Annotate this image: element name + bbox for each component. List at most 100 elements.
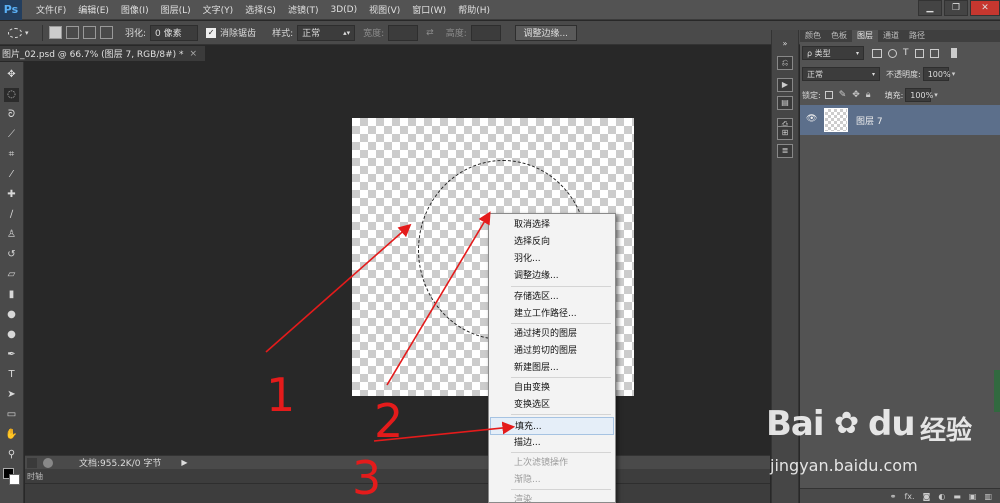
healing-brush-tool-icon[interactable]: ✚ [4,188,19,202]
crop-tool-icon[interactable]: ⌗ [4,148,19,162]
lasso-tool-icon[interactable]: ᘐ [4,108,19,122]
fill-input[interactable]: 100% [905,88,933,102]
type-tool-icon[interactable]: T [4,368,19,382]
new-layer-icon[interactable]: ▣ [969,492,977,501]
filter-adjustment-icon[interactable] [888,48,897,58]
antialias-checkbox[interactable]: ✓ [206,27,217,38]
ctx-item-free-transform[interactable]: 自由变换 [490,379,614,397]
lock-all-icon[interactable]: 🔒︎ [866,90,871,100]
mask-icon[interactable]: ◙ [923,492,931,501]
tab-channels[interactable]: 通道 [878,30,904,42]
intersect-selection-icon[interactable] [100,26,113,39]
layer-name[interactable]: 图层 7 [856,114,883,127]
eye-icon[interactable]: 👁︎ [806,114,818,124]
ctx-item-refine-edge[interactable]: 调整边缘... [490,267,614,285]
document-tab[interactable]: 图片_02.psd @ 66.7% (图层 7, RGB/8#) * × [0,46,205,61]
filter-pixel-icon[interactable] [872,48,882,58]
clone-stamp-tool-icon[interactable]: ♙ [4,228,19,242]
blur-tool-icon[interactable]: ● [4,308,19,322]
restore-button[interactable]: ❐ [944,0,968,16]
menu-image[interactable]: 图像(I) [115,3,155,16]
ctx-item-fill[interactable]: 填充... [490,417,614,435]
ctx-item-make-work-path[interactable]: 建立工作路径... [490,305,614,323]
swap-icon[interactable]: ⇄ [426,28,434,38]
minimize-button[interactable]: ▁ [918,0,942,16]
gradient-tool-icon[interactable]: ▮ [4,288,19,302]
width-input[interactable] [388,24,419,41]
menu-type[interactable]: 文字(Y) [197,3,240,16]
close-document-icon[interactable]: × [190,49,198,59]
ctx-item-save-selection[interactable]: 存储选区... [490,288,614,306]
dodge-tool-icon[interactable]: ● [4,328,19,342]
ctx-item-fade[interactable]: 渐隐... [490,471,614,489]
quick-select-tool-icon[interactable]: ⟋ [4,128,19,142]
move-tool-icon[interactable]: ✥ [4,68,19,82]
height-input[interactable] [470,24,501,41]
brush-tool-icon[interactable]: ∕ [4,208,19,222]
tab-swatches[interactable]: 色板 [826,30,852,42]
menu-help[interactable]: 帮助(H) [452,3,496,16]
new-selection-icon[interactable] [49,26,62,39]
ctx-item-render[interactable]: 渲染 [490,491,614,502]
ctx-item-layer-via-cut[interactable]: 通过剪切的图层 [490,342,614,360]
layer-filter-select[interactable]: ρ 类型 ▾ [802,46,864,60]
history-brush-tool-icon[interactable]: ↺ [4,248,19,262]
tab-color[interactable]: 颜色 [800,30,826,42]
trash-icon[interactable]: ▥ [984,492,992,501]
ctx-item-feather[interactable]: 羽化... [490,250,614,268]
rectangle-tool-icon[interactable]: ▭ [4,408,19,422]
folder-icon[interactable]: ▬ [953,492,961,501]
pen-tool-icon[interactable]: ✒ [4,348,19,362]
menu-3d[interactable]: 3D(D) [324,5,363,15]
collapse-panels-icon[interactable]: » [777,38,793,52]
ctx-item-new-layer[interactable]: 新建图层... [490,359,614,377]
refine-edge-button[interactable]: 调整边缘... [514,24,577,41]
ctx-item-last-filter[interactable]: 上次滤镜操作 [490,454,614,472]
ctx-item-deselect[interactable]: 取消选择 [490,216,614,234]
timeline-tab[interactable]: 时轴 [27,471,43,482]
layer-row[interactable]: 👁︎ 图层 7 [800,105,1000,135]
history-panel-icon[interactable]: ⎌ [777,56,793,70]
status-menu-arrow-icon[interactable]: ▶ [181,458,187,467]
ctx-item-layer-via-copy[interactable]: 通过拷贝的图层 [490,325,614,343]
menu-view[interactable]: 视图(V) [363,3,406,16]
blend-mode-select[interactable]: 正常 ▾ [802,67,880,81]
zoom-field[interactable] [27,457,37,468]
style-select[interactable]: 正常 ▴▾ [297,24,356,41]
menu-layer[interactable]: 图层(L) [155,3,197,16]
play-actions-icon[interactable]: ▶ [777,78,793,92]
filter-smart-object-icon[interactable] [929,48,939,58]
lock-position-icon[interactable]: ✥ [852,90,860,100]
add-selection-icon[interactable] [66,26,79,39]
hand-tool-icon[interactable]: ✋ [4,428,19,442]
filter-shape-icon[interactable] [914,48,924,58]
adjustment-icon[interactable]: ◐ [938,492,945,501]
zoom-tool-icon[interactable]: ⚲ [4,448,19,462]
eyedropper-tool-icon[interactable]: ⁄ [4,168,19,182]
link-icon[interactable]: ⚭ [890,492,897,501]
menu-window[interactable]: 窗口(W) [406,3,452,16]
tab-paths[interactable]: 路径 [904,30,930,42]
close-button[interactable]: ✕ [970,0,1000,16]
info-panel-icon[interactable]: ≣ [777,144,793,158]
fill-slider-arrow-icon[interactable]: ▾ [934,91,938,99]
menu-edit[interactable]: 编辑(E) [72,3,115,16]
lock-paint-icon[interactable]: ✎ [839,90,847,100]
feather-input[interactable]: 0 像素 [150,24,199,41]
subtract-selection-icon[interactable] [83,26,96,39]
filter-type-icon[interactable]: T [903,48,909,58]
ellipse-marquee-tool-icon[interactable]: ◌ [4,88,19,102]
menu-select[interactable]: 选择(S) [239,3,282,16]
tab-layers[interactable]: 图层 [852,30,878,42]
path-select-tool-icon[interactable]: ➤ [4,388,19,402]
fx-icon[interactable]: fx. [904,492,914,501]
menu-filter[interactable]: 滤镜(T) [282,3,325,16]
marquee-tool-preset[interactable]: ▾ [4,25,38,41]
ctx-item-select-inverse[interactable]: 选择反向 [490,233,614,251]
ctx-item-transform-selection[interactable]: 变换选区 [490,396,614,414]
opacity-input[interactable]: 100% [922,67,951,81]
background-color-swatch[interactable] [9,474,20,485]
status-options-icon[interactable] [43,457,53,468]
lock-transparent-icon[interactable] [824,91,833,99]
menu-file[interactable]: 文件(F) [30,3,72,16]
